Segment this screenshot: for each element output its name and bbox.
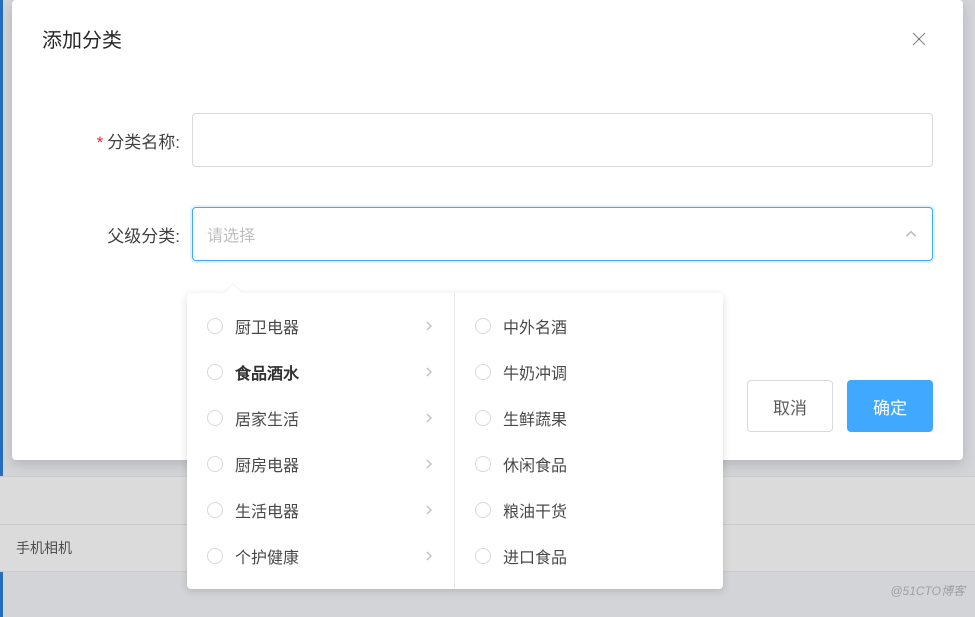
parent-category-select[interactable]: 请选择 [192,207,933,261]
cascader-item[interactable]: 个护健康 [187,533,454,579]
category-name-input[interactable] [192,113,933,167]
radio-icon [475,410,491,426]
cascader-item-label: 厨房电器 [235,452,299,476]
radio-icon [475,456,491,472]
cascader-item[interactable]: 牛奶冲调 [455,349,723,395]
confirm-button[interactable]: 确定 [847,380,933,432]
chevron-up-icon [904,227,918,241]
cascader-item[interactable]: 居家生活 [187,395,454,441]
radio-icon [207,502,223,518]
cascader-item[interactable]: 生活电器 [187,487,454,533]
cascader-item-label: 中外名酒 [503,314,567,338]
parent-label: 父级分类: [42,222,192,247]
cascader-item[interactable]: 生鲜蔬果 [455,395,723,441]
cascader-item-label: 进口食品 [503,544,567,568]
cascader-item[interactable]: 粮油干货 [455,487,723,533]
form-row-name: *分类名称: [42,113,933,167]
cascader-item-label: 生鲜蔬果 [503,406,567,430]
chevron-right-icon [424,459,434,469]
cascader-item-label: 居家生活 [235,406,299,430]
cascader-item[interactable]: 厨卫电器 [187,303,454,349]
cascader-dropdown: 厨卫电器食品酒水居家生活厨房电器生活电器个护健康 中外名酒牛奶冲调生鲜蔬果休闲食… [187,293,723,589]
cascader-item[interactable]: 中外名酒 [455,303,723,349]
cascader-item[interactable]: 食品酒水 [187,349,454,395]
cascader-item[interactable]: 休闲食品 [455,441,723,487]
radio-icon [207,318,223,334]
cascader-panel-2: 中外名酒牛奶冲调生鲜蔬果休闲食品粮油干货进口食品 [455,293,723,589]
radio-icon [475,548,491,564]
chevron-right-icon [424,505,434,515]
close-button[interactable] [905,25,933,53]
radio-icon [207,410,223,426]
select-placeholder: 请选择 [207,222,255,246]
cascader-item-label: 厨卫电器 [235,314,299,338]
modal-title: 添加分类 [42,24,122,53]
cascader-item-label: 牛奶冲调 [503,360,567,384]
watermark: @51CTO博客 [890,582,965,599]
cascader-item[interactable]: 进口食品 [455,533,723,579]
chevron-right-icon [424,413,434,423]
chevron-right-icon [424,321,434,331]
cascader-item-label: 生活电器 [235,498,299,522]
form-row-parent: 父级分类: 请选择 [42,207,933,261]
modal-footer: 取消 确定 [747,380,933,432]
cascader-panel-1: 厨卫电器食品酒水居家生活厨房电器生活电器个护健康 [187,293,455,589]
radio-icon [207,364,223,380]
cascader-item-label: 粮油干货 [503,498,567,522]
required-asterisk: * [97,133,104,152]
radio-icon [475,502,491,518]
name-label: *分类名称: [42,128,192,153]
radio-icon [475,364,491,380]
radio-icon [207,456,223,472]
cascader-item-label: 个护健康 [235,544,299,568]
cascader-item-label: 休闲食品 [503,452,567,476]
cancel-button[interactable]: 取消 [747,380,833,432]
close-icon [911,31,927,47]
radio-icon [207,548,223,564]
radio-icon [475,318,491,334]
cascader-item[interactable]: 厨房电器 [187,441,454,487]
chevron-right-icon [424,367,434,377]
chevron-right-icon [424,551,434,561]
cascader-item-label: 食品酒水 [235,360,299,384]
modal-header: 添加分类 [42,24,933,53]
